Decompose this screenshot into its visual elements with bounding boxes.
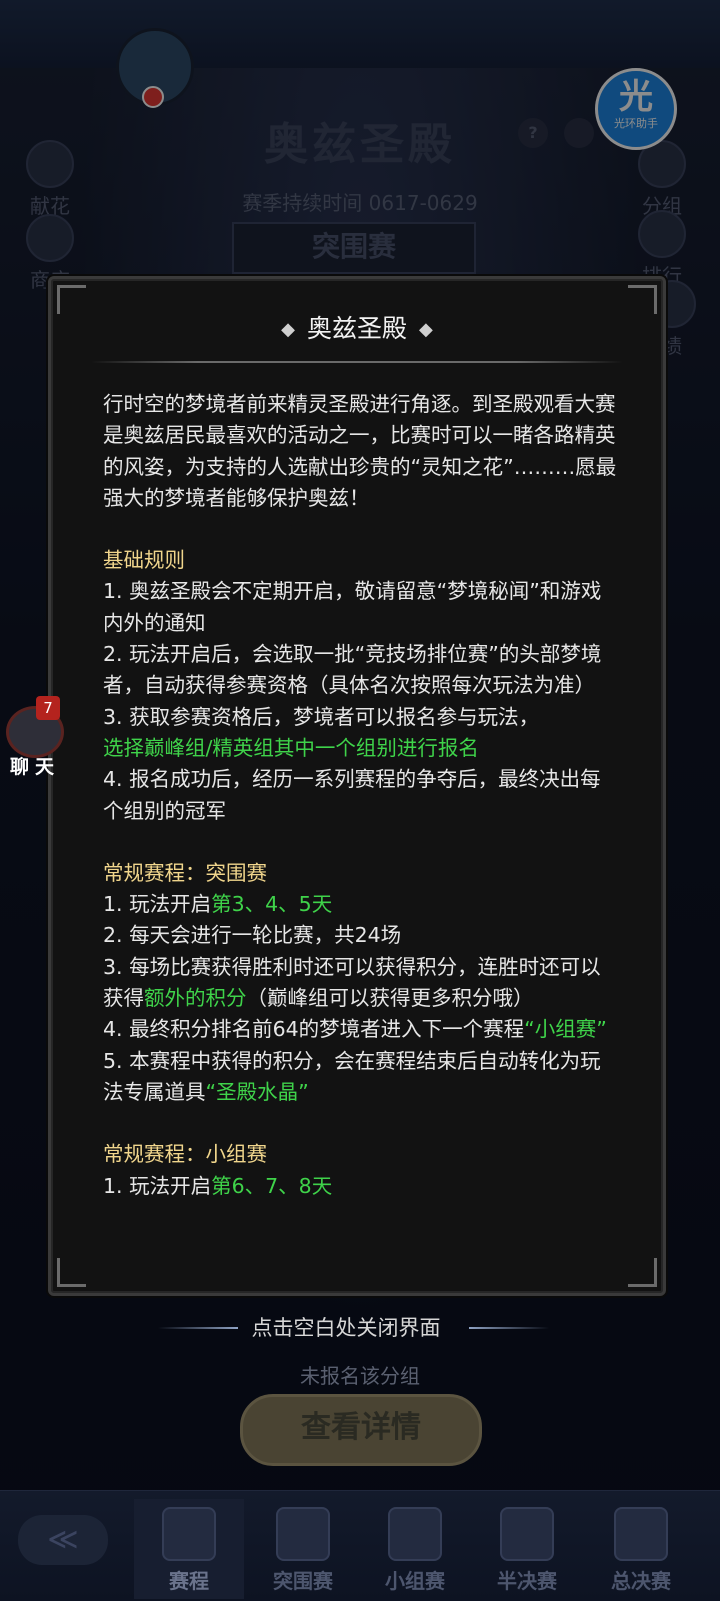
diamond-icon: ◆: [281, 319, 295, 340]
breakout-rule-3-highlight: 额外的积分: [144, 986, 247, 1011]
nav-schedule-label: 赛程: [169, 1569, 209, 1593]
breakout-rule-4-text: 4. 最终积分排名前64的梦境者进入下一个赛程: [103, 1017, 525, 1042]
hint-ornament-right: [468, 1327, 549, 1329]
nav-final[interactable]: 总决赛: [586, 1499, 696, 1599]
rules-scroll-area[interactable]: 行时空的梦境者前来精灵圣殿进行角逐。到圣殿观看大赛是奥兹居民最喜欢的活动之一，比…: [103, 389, 617, 1253]
group-rule-1-highlight: 第6、7、8天: [211, 1173, 333, 1198]
hint-ornament-left: [157, 1327, 238, 1329]
nav-breakout[interactable]: 突围赛: [248, 1499, 358, 1599]
breakout-rule-2: 2. 每天会进行一轮比赛，共24场: [103, 923, 402, 948]
breakout-rule-5-highlight: “圣殿水晶”: [205, 1079, 309, 1104]
view-details-button[interactable]: 查看详情: [240, 1394, 482, 1466]
final-icon: [614, 1507, 668, 1561]
basic-rules-heading: 基础规则: [103, 548, 185, 573]
corner-ornament: [628, 1258, 657, 1287]
rules-modal: ◆ 奥兹圣殿 ◆ 行时空的梦境者前来精灵圣殿进行角逐。到圣殿观看大赛是奥兹居民最喜欢…: [48, 276, 666, 1296]
breakout-rule-4: 4. 最终积分排名前64的梦境者进入下一个赛程“小组赛”: [103, 1014, 617, 1045]
close-hint: 点击空白处关闭界面: [0, 1312, 720, 1342]
breakout-rule-3: 3. 每场比赛获得胜利时还可以获得积分，连胜时还可以获得额外的积分（巅峰组可以获…: [103, 952, 617, 1015]
breakout-rule-3-tail: （巅峰组可以获得更多积分哦）: [246, 986, 534, 1011]
modal-title: 奥兹圣殿: [306, 314, 407, 343]
schedule-icon: [162, 1507, 216, 1561]
group-rule-1: 1. 玩法开启第6、7、8天: [103, 1171, 617, 1202]
group-stage-heading: 常规赛程：小组赛: [103, 1142, 267, 1167]
back-icon[interactable]: ≪: [18, 1515, 108, 1565]
breakout-rule-1: 1. 玩法开启第3、4、5天: [103, 889, 617, 920]
nav-group-stage[interactable]: 小组赛: [360, 1499, 470, 1599]
breakout-rule-1-text: 1. 玩法开启: [103, 892, 212, 917]
breakout-rule-1-highlight: 第3、4、5天: [211, 892, 333, 917]
basic-rule-3: 3. 获取参赛资格后，梦境者可以报名参与玩法， 选择巅峰组/精英组其中一个组别进行…: [103, 702, 617, 765]
nav-semifinal-label: 半决赛: [497, 1569, 557, 1593]
nav-group-stage-label: 小组赛: [385, 1569, 445, 1593]
modal-title-row: ◆ 奥兹圣殿 ◆: [51, 309, 663, 345]
nav-semifinal[interactable]: 半决赛: [472, 1499, 582, 1599]
intro-text: 行时空的梦境者前来精灵圣殿进行角逐。到圣殿观看大赛是奥兹居民最喜欢的活动之一，比…: [103, 392, 617, 510]
not-signed-status: 未报名该分组: [300, 1364, 420, 1388]
corner-ornament: [57, 1258, 86, 1287]
breakout-rule-4-highlight: “小组赛”: [524, 1017, 607, 1042]
title-divider: [91, 361, 623, 363]
chat-unread-badge: 7: [36, 696, 60, 720]
basic-rule-4: 4. 报名成功后，经历一系列赛程的争夺后，最终决出每个组别的冠军: [103, 767, 601, 823]
group-rule-1-text: 1. 玩法开启: [103, 1173, 212, 1198]
chat-button[interactable]: 7 聊天: [4, 696, 66, 778]
breakout-rule-5-text: 5. 本赛程中获得的积分，会在赛程结束后自动转化为玩法专属道具: [103, 1048, 601, 1104]
nav-schedule[interactable]: 赛程: [134, 1499, 244, 1599]
breakout-heading: 常规赛程：突围赛: [103, 860, 267, 885]
breakout-rule-5: 5. 本赛程中获得的积分，会在赛程结束后自动转化为玩法专属道具“圣殿水晶”: [103, 1046, 617, 1109]
basic-rule-2: 2. 玩法开启后，会选取一批“竞技场排位赛”的头部梦境者，自动获得参赛资格（具体…: [103, 642, 602, 698]
breakout-icon: [276, 1507, 330, 1561]
basic-rule-1: 1. 奥兹圣殿会不定期开启，敬请留意“梦境秘闻”和游戏内外的通知: [103, 579, 602, 635]
semifinal-icon: [500, 1507, 554, 1561]
close-hint-text: 点击空白处关闭界面: [251, 1316, 441, 1340]
nav-final-label: 总决赛: [611, 1569, 671, 1593]
nav-breakout-label: 突围赛: [273, 1569, 333, 1593]
basic-rule-3-text: 3. 获取参赛资格后，梦境者可以报名参与玩法，: [103, 704, 540, 729]
diamond-icon: ◆: [419, 319, 433, 340]
group-stage-icon: [388, 1507, 442, 1561]
chat-label: 聊天: [9, 756, 60, 778]
basic-rule-3-highlight: 选择巅峰组/精英组其中一个组别进行报名: [103, 735, 479, 760]
bottom-nav: ≪ 赛程 突围赛 小组赛 半决赛 总决赛: [0, 1490, 720, 1601]
